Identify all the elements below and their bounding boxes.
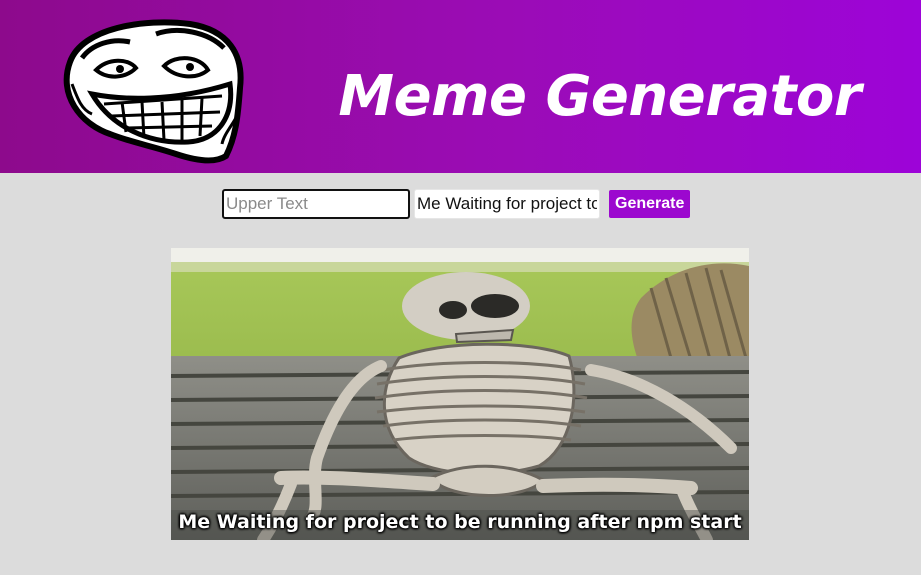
lower-text-input[interactable] xyxy=(414,189,600,219)
troll-face-icon xyxy=(52,14,252,164)
app-header: Meme Generator xyxy=(0,0,921,173)
waiting-skeleton-image xyxy=(171,248,749,540)
generate-button[interactable]: Generate xyxy=(609,190,691,218)
meme-bottom-caption: Me Waiting for project to be running aft… xyxy=(178,511,742,533)
meme-form: Generate xyxy=(222,189,691,219)
meme-preview: Me Waiting for project to be running aft… xyxy=(171,248,749,540)
upper-text-input[interactable] xyxy=(222,189,410,219)
page-title: Meme Generator xyxy=(338,64,861,129)
